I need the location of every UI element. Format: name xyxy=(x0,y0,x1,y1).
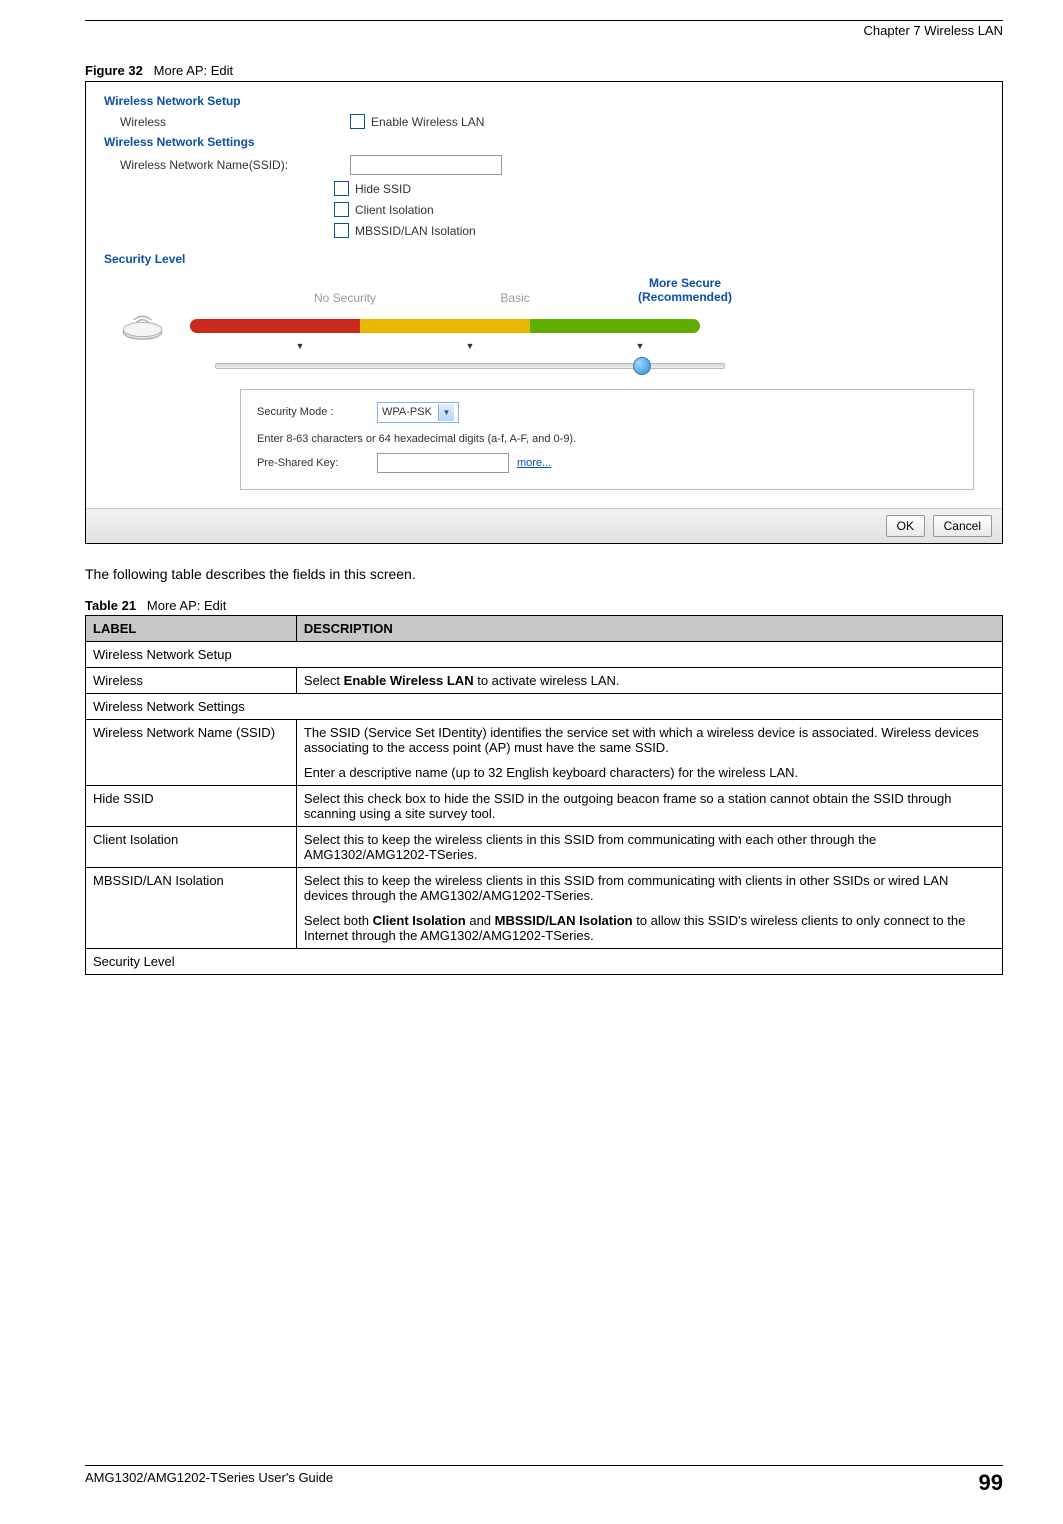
footer-guide-name: AMG1302/AMG1202-TSeries User's Guide xyxy=(85,1470,333,1496)
client-isolation-label: Client Isolation xyxy=(355,203,434,217)
footer-page-number: 99 xyxy=(979,1470,1003,1496)
security-settings-box: Security Mode : WPA-PSK ▼ Enter 8-63 cha… xyxy=(240,389,974,490)
section-security-level: Security Level xyxy=(104,252,984,266)
table-row: Hide SSIDSelect this check box to hide t… xyxy=(86,785,1003,826)
level-no-security: No Security xyxy=(260,291,430,305)
wireless-label: Wireless xyxy=(104,115,350,129)
chevron-down-icon: ▼ xyxy=(438,404,454,421)
table-row: Client IsolationSelect this to keep the … xyxy=(86,826,1003,867)
security-slider[interactable] xyxy=(215,355,725,375)
table-row: MBSSID/LAN IsolationSelect this to keep … xyxy=(86,867,1003,948)
psk-label: Pre-Shared Key: xyxy=(257,457,377,469)
cancel-button[interactable]: Cancel xyxy=(933,515,992,537)
intro-text: The following table describes the fields… xyxy=(85,566,1003,582)
figure-screenshot: Wireless Network Setup Wireless Enable W… xyxy=(85,81,1003,544)
description-table: LABEL DESCRIPTION Wireless Network Setup… xyxy=(85,615,1003,975)
table-row: WirelessSelect Enable Wireless LAN to ac… xyxy=(86,667,1003,693)
table-row: Wireless Network Name (SSID)The SSID (Se… xyxy=(86,719,1003,785)
psk-hint: Enter 8-63 characters or 64 hexadecimal … xyxy=(257,433,957,445)
security-mode-label: Security Mode : xyxy=(257,406,377,418)
psk-input[interactable] xyxy=(377,453,509,473)
th-description: DESCRIPTION xyxy=(296,615,1002,641)
table-row: Wireless Network Settings xyxy=(86,693,1003,719)
th-label: LABEL xyxy=(86,615,297,641)
client-isolation-checkbox[interactable] xyxy=(334,202,349,217)
more-link[interactable]: more... xyxy=(517,457,551,469)
figure-caption: Figure 32 More AP: Edit xyxy=(85,63,1003,78)
ok-button[interactable]: OK xyxy=(886,515,925,537)
enable-wlan-checkbox[interactable] xyxy=(350,114,365,129)
table-caption: Table 21 More AP: Edit xyxy=(85,598,1003,613)
hide-ssid-label: Hide SSID xyxy=(355,182,411,196)
mbssid-isolation-checkbox[interactable] xyxy=(334,223,349,238)
table-row: Security Level xyxy=(86,948,1003,974)
hide-ssid-checkbox[interactable] xyxy=(334,181,349,196)
chapter-header: Chapter 7 Wireless LAN xyxy=(85,23,1003,38)
level-basic: Basic xyxy=(430,291,600,305)
ssid-input[interactable] xyxy=(350,155,502,175)
router-icon xyxy=(120,311,165,341)
table-row: Wireless Network Setup xyxy=(86,641,1003,667)
enable-wlan-label: Enable Wireless LAN xyxy=(371,115,484,129)
security-mode-select[interactable]: WPA-PSK ▼ xyxy=(377,402,459,423)
mbssid-isolation-label: MBSSID/LAN Isolation xyxy=(355,224,476,238)
slider-handle-icon[interactable] xyxy=(633,357,651,375)
ssid-label: Wireless Network Name(SSID): xyxy=(104,158,350,172)
section-wireless-settings: Wireless Network Settings xyxy=(104,135,984,149)
security-color-bar xyxy=(190,319,700,333)
section-wireless-setup: Wireless Network Setup xyxy=(104,94,984,108)
level-more-secure: More Secure(Recommended) xyxy=(600,276,770,305)
